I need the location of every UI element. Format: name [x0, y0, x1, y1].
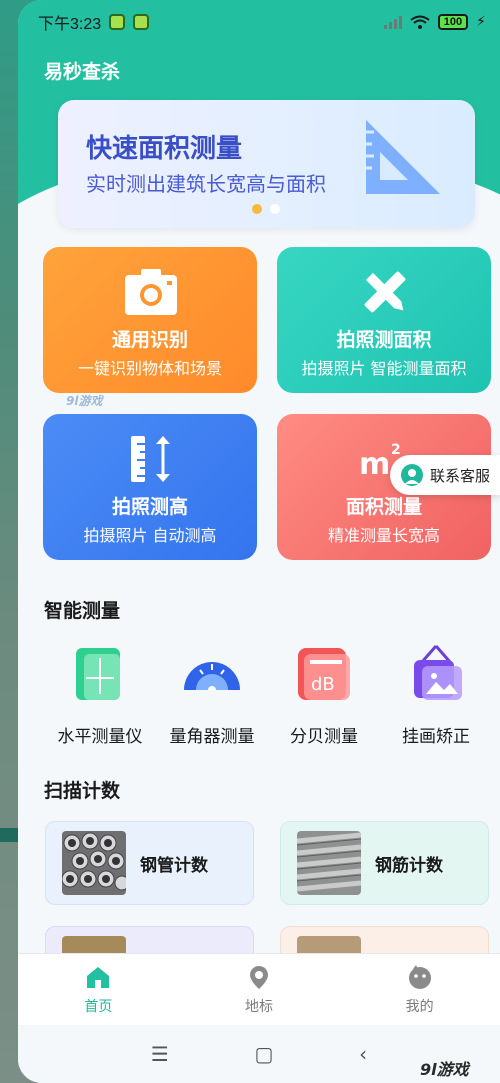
tool-label: 挂画矫正 [402, 727, 470, 747]
tool-picture-correction[interactable]: 挂画矫正 [380, 644, 492, 747]
ruler-pencil-icon [364, 271, 406, 313]
back-chevron-icon[interactable]: ‹ [359, 1042, 367, 1066]
svg-text:dB: dB [311, 674, 335, 695]
wifi-icon [410, 15, 430, 29]
nav-label: 我的 [405, 999, 434, 1015]
tool-protractor[interactable]: 量角器测量 [156, 644, 268, 747]
charging-bolt-icon: ⚡ [476, 14, 486, 30]
card-subtitle: 拍摄照片 智能测量面积 [301, 359, 467, 378]
card-subtitle: 拍摄照片 自动测高 [83, 526, 217, 545]
tool-label: 水平测量仪 [57, 727, 143, 747]
triangle-ruler-icon [366, 120, 440, 194]
section-title-scan-count: 扫描计数 [44, 780, 121, 802]
card-title: 通用识别 [111, 329, 188, 351]
card-title: 面积测量 [345, 496, 422, 518]
location-pin-icon [250, 966, 268, 989]
card-title: 拍照测高 [111, 496, 188, 518]
page-dot[interactable] [270, 204, 280, 214]
steel-pipe-thumb [62, 831, 126, 895]
scan-card-rebar[interactable]: 钢筋计数 [280, 821, 489, 905]
tool-decibel[interactable]: dB 分贝测量 [268, 644, 380, 747]
customer-service-label: 联系客服 [430, 466, 491, 485]
nav-mine[interactable]: 我的 [339, 954, 500, 1025]
home-square-icon[interactable]: ▢ [255, 1042, 274, 1066]
nav-home[interactable]: 首页 [18, 954, 179, 1025]
home-icon [87, 967, 110, 988]
scan-card-label: 钢管计数 [140, 855, 208, 876]
banner-title: 快速面积测量 [86, 134, 243, 164]
rebar-thumb [297, 831, 361, 895]
protractor-icon [184, 662, 240, 690]
signal-icon [383, 15, 402, 29]
battery-indicator: 100 [437, 14, 469, 30]
bottom-navigation: 首页 地标 我的 [18, 953, 500, 1025]
banner-page-indicator [252, 204, 280, 214]
feature-card-photo-height[interactable]: 拍照测高 拍摄照片 自动测高 [43, 414, 257, 560]
notification-app-icon-2 [133, 14, 150, 30]
camera-icon [125, 269, 177, 315]
scan-card-steel-pipe[interactable]: 钢管计数 [45, 821, 254, 905]
feature-card-photo-area[interactable]: 拍照测面积 拍摄照片 智能测量面积 [277, 247, 491, 393]
svg-text:m: m [359, 447, 390, 482]
status-bar: 下午3:23 100 ⚡ [18, 8, 500, 36]
customer-service-button[interactable]: 联系客服 [390, 455, 500, 495]
decibel-icon: dB [298, 648, 350, 700]
nav-landmark[interactable]: 地标 [179, 954, 340, 1025]
phone-screen: 下午3:23 100 ⚡ 易秒查杀 快速面积测量 实时测出建筑长宽高与面积 通用… [18, 0, 500, 1083]
profile-face-icon [408, 965, 431, 989]
notification-app-icon [109, 14, 126, 30]
tool-label: 量角器测量 [169, 727, 255, 747]
card-subtitle: 精准测量长宽高 [327, 526, 440, 545]
card-subtitle: 一键识别物体和场景 [77, 359, 222, 378]
recent-apps-icon[interactable]: ☰ [151, 1042, 169, 1066]
headset-agent-icon [401, 464, 423, 486]
watermark-bottom-logo: 9l游戏 [420, 1060, 469, 1079]
level-icon [76, 648, 120, 700]
nav-label: 地标 [245, 999, 273, 1015]
banner-subtitle: 实时测出建筑长宽高与面积 [86, 172, 326, 196]
page-dot-active[interactable] [252, 204, 262, 214]
nav-label: 首页 [84, 999, 113, 1015]
promo-banner[interactable]: 快速面积测量 实时测出建筑长宽高与面积 [58, 100, 475, 228]
svg-text:2: 2 [391, 442, 401, 458]
app-title: 易秒查杀 [44, 61, 121, 83]
status-right: 100 ⚡ [383, 14, 486, 30]
section-title-smart-measure: 智能测量 [44, 600, 121, 622]
scan-card-label: 钢筋计数 [375, 855, 443, 876]
tool-level[interactable]: 水平测量仪 [44, 644, 156, 747]
card-title: 拍照测面积 [336, 329, 432, 351]
tool-label: 分贝测量 [290, 727, 358, 747]
picture-frame-icon [414, 645, 462, 700]
watermark-logo: 9l游戏 [66, 394, 103, 408]
status-time: 下午3:23 [38, 16, 102, 33]
height-ruler-icon [131, 436, 170, 482]
feature-card-general-recognition[interactable]: 通用识别 一键识别物体和场景 [43, 247, 257, 393]
